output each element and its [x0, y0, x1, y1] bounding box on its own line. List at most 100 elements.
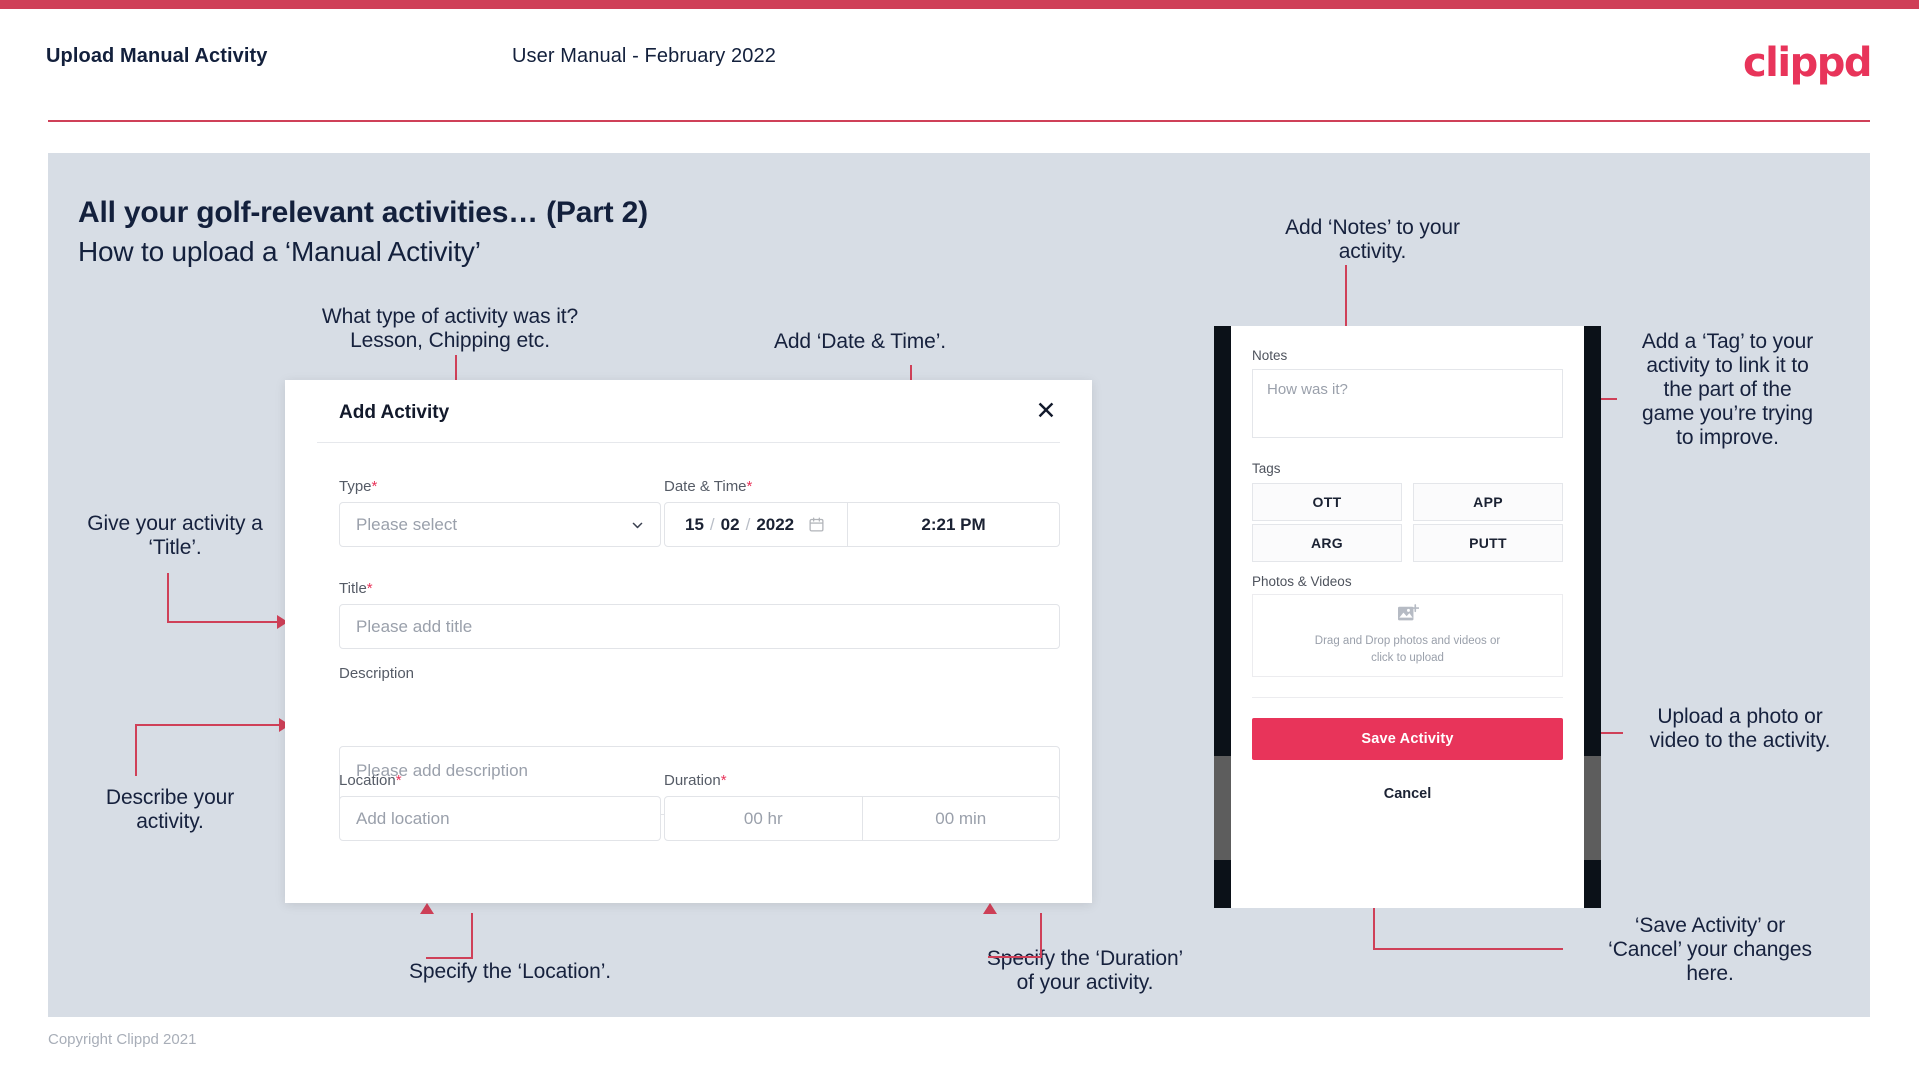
phone-bezel-accent [1584, 756, 1601, 860]
slide-root: Upload Manual Activity User Manual - Feb… [0, 0, 1919, 1079]
phone-mockup: Notes How was it? Tags OTT APP ARG PUTT … [1214, 326, 1601, 908]
time-input[interactable]: 2:21 PM [847, 503, 1059, 546]
title-label-text: Title [339, 580, 367, 597]
connector-location [426, 957, 473, 959]
notes-label: Notes [1252, 348, 1288, 363]
duration-hours-input[interactable]: 00 hr [665, 797, 862, 840]
tag-button-app[interactable]: APP [1413, 483, 1563, 521]
connector-title [167, 621, 279, 623]
annotation-save-cancel: ‘Save Activity’ or ‘Cancel’ your changes h… [1608, 914, 1812, 985]
phone-divider [1252, 697, 1563, 698]
tag-label: ARG [1310, 535, 1343, 551]
cancel-button[interactable]: Cancel [1252, 776, 1563, 812]
connector-title [167, 573, 169, 623]
connector-save-cancel [1373, 948, 1563, 950]
dropzone-line2: click to upload [1371, 652, 1444, 664]
notes-textarea[interactable]: How was it? [1252, 369, 1563, 438]
date-input[interactable]: 15 / 02 / 2022 [665, 503, 847, 546]
top-accent-bar [0, 0, 1919, 9]
chevron-down-icon [632, 522, 643, 528]
annotation-datetime: Add ‘Date & Time’. [773, 330, 947, 353]
annotation-upload: Upload a photo or video to the activity. [1649, 705, 1831, 752]
date-year: 2022 [756, 514, 795, 534]
date-separator: / [745, 514, 751, 534]
connector-description [135, 726, 137, 776]
tag-label: APP [1473, 494, 1503, 510]
type-label-text: Type [339, 478, 372, 495]
slide-heading: All your golf-relevant activities… (Part… [78, 196, 648, 229]
add-image-icon [1397, 604, 1419, 621]
date-month: 02 [720, 514, 740, 534]
arrow-duration [983, 903, 997, 914]
title-placeholder: Please add title [356, 616, 473, 636]
connector-description [135, 724, 282, 726]
date-separator: / [709, 514, 715, 534]
tag-label: OTT [1312, 494, 1342, 510]
time-value: 2:21 PM [921, 514, 986, 534]
copyright-text: Copyright Clippd 2021 [48, 1031, 197, 1048]
annotation-type: What type of activity was it? Lesson, Chi… [321, 305, 579, 352]
title-input[interactable]: Please add title [339, 604, 1060, 649]
phone-bezel-left [1214, 326, 1231, 908]
required-asterisk: * [395, 772, 402, 789]
tag-button-putt[interactable]: PUTT [1413, 524, 1563, 562]
location-placeholder: Add location [356, 808, 450, 828]
header-divider [48, 120, 1870, 122]
page-subtitle: User Manual - February 2022 [512, 45, 776, 67]
duration-label-text: Duration [664, 772, 721, 789]
required-asterisk: * [366, 580, 373, 597]
required-asterisk: * [720, 772, 727, 789]
tag-button-arg[interactable]: ARG [1252, 524, 1402, 562]
annotation-duration: Specify the ‘Duration’ of your activity. [986, 947, 1184, 994]
add-activity-dialog: Add Activity ✕ Type* Please select Date … [285, 380, 1092, 903]
photos-label: Photos & Videos [1252, 574, 1352, 589]
phone-bezel-right [1584, 326, 1601, 908]
notes-placeholder: How was it? [1267, 381, 1348, 398]
annotation-tags: Add a ‘Tag’ to your activity to link it t… [1641, 330, 1814, 449]
type-select[interactable]: Please select [339, 502, 661, 547]
date-day: 15 [685, 514, 704, 534]
tag-button-ott[interactable]: OTT [1252, 483, 1402, 521]
connector-location [471, 913, 473, 959]
photo-dropzone[interactable]: Drag and Drop photos and videos or click… [1252, 594, 1563, 677]
duration-minutes-input[interactable]: 00 min [861, 797, 1060, 840]
tags-label: Tags [1252, 461, 1281, 476]
annotation-notes: Add ‘Notes’ to your activity. [1285, 216, 1460, 263]
page-title: Upload Manual Activity [46, 45, 268, 67]
location-label-text: Location [339, 772, 396, 789]
phone-screen: Notes How was it? Tags OTT APP ARG PUTT … [1231, 326, 1584, 908]
calendar-icon[interactable] [808, 516, 825, 533]
dropzone-line1: Drag and Drop photos and videos or [1314, 635, 1501, 648]
phone-bezel-accent [1214, 756, 1231, 860]
dialog-title: Add Activity [339, 402, 450, 423]
arrow-location [420, 903, 434, 914]
title-label: Title* [339, 580, 373, 597]
connector-duration [988, 956, 1042, 958]
duration-group: 00 hr 00 min [664, 796, 1060, 841]
save-activity-button[interactable]: Save Activity [1252, 718, 1563, 760]
required-asterisk: * [371, 478, 378, 495]
connector-duration [1040, 913, 1042, 958]
dropzone-text: Drag and Drop photos and videos or click… [1315, 633, 1500, 666]
duration-minutes-value: 00 min [935, 808, 987, 828]
slide-subheading: How to upload a ‘Manual Activity’ [78, 236, 481, 267]
datetime-label-text: Date & Time [664, 478, 747, 495]
annotation-location: Specify the ‘Location’. [409, 960, 611, 983]
annotation-description: Describe your activity. [105, 786, 235, 833]
required-asterisk: * [746, 478, 753, 495]
dialog-divider [317, 442, 1060, 443]
annotation-title: Give your activity a ‘Title’. [87, 512, 263, 559]
tag-label: PUTT [1469, 535, 1507, 551]
datetime-label: Date & Time* [664, 478, 752, 495]
datetime-group: 15 / 02 / 2022 2:21 PM [664, 502, 1060, 547]
duration-label: Duration* [664, 772, 727, 789]
duration-hours-value: 00 hr [743, 808, 783, 828]
type-placeholder: Please select [356, 514, 458, 534]
type-label: Type* [339, 478, 377, 495]
dialog-header: Add Activity ✕ [285, 380, 1092, 438]
location-input[interactable]: Add location [339, 796, 661, 841]
location-label: Location* [339, 772, 402, 789]
close-icon[interactable]: ✕ [1032, 397, 1060, 425]
description-label: Description [339, 665, 415, 682]
clippd-logo: clippd [1742, 40, 1873, 86]
